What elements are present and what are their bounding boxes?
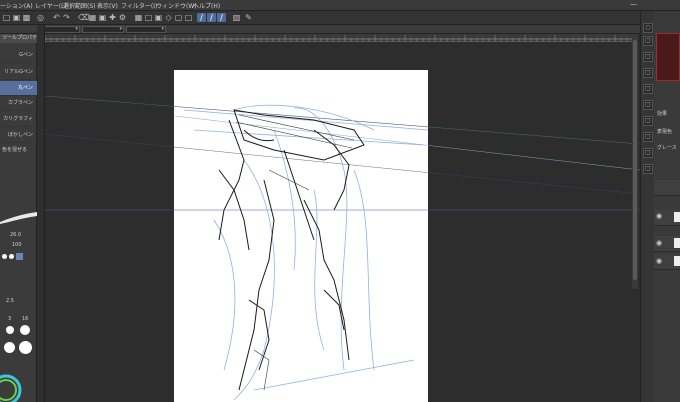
brush-shape-row (0, 252, 37, 262)
grid-icon[interactable]: ▦ (134, 13, 143, 22)
opacity-value[interactable]: 100 (12, 242, 22, 248)
scrollbar-thumb[interactable] (633, 40, 637, 280)
navigator-icon[interactable]: ○ (643, 23, 653, 33)
brush-size-value[interactable]: 26.0 (10, 232, 21, 238)
expression-color-label: 表現色 (657, 129, 673, 135)
brush-size-dot[interactable] (20, 325, 30, 335)
history-icon[interactable]: ▢ (643, 84, 653, 94)
menu-window[interactable]: ウィンドウ(W) (156, 1, 197, 10)
menu-filter[interactable]: フィルター(I) (121, 1, 157, 10)
material-icon[interactable]: ▢ (643, 68, 653, 78)
clear-icon[interactable]: ⌫ (78, 13, 89, 22)
minimize-icon[interactable]: — (630, 0, 637, 8)
layer-property-icon[interactable]: ▢ (643, 100, 653, 110)
brush-kabura-pen[interactable]: カブラペン (0, 96, 37, 111)
info-icon[interactable]: ▢ (643, 52, 653, 62)
right-icon-strip: ○ ▢ ▢ ▢ ▢ ▢ ▢ ▢ ▢ ▢ (640, 11, 654, 402)
transform-icon[interactable]: ✚ (108, 13, 117, 22)
navigator-preview[interactable] (656, 33, 680, 81)
menu-help[interactable]: ヘルプ(H) (193, 1, 220, 10)
lock-icon[interactable]: ◎ (36, 13, 45, 22)
brush-size-dot[interactable] (6, 326, 14, 334)
chevron-down-icon: ▾ (119, 26, 122, 32)
brush-size-large[interactable]: 16 (22, 316, 28, 322)
eye-icon[interactable]: ◉ (656, 239, 662, 247)
brush-stroke-preview (0, 212, 37, 224)
canvas-dropdown-2[interactable]: ▾ (82, 26, 124, 33)
brush-blur-pen[interactable]: ぼかしペン (0, 128, 37, 143)
subview-icon[interactable]: ▢ (643, 36, 653, 46)
save-icon[interactable]: ▩ (22, 13, 31, 22)
left-icon-strip (37, 25, 45, 402)
panel-title: ツールプロパティ (0, 34, 37, 43)
brush-g-pen[interactable]: Gペン (0, 48, 37, 63)
fill-icon[interactable]: ▣ (98, 13, 107, 22)
snap-icon[interactable]: ▢ (174, 13, 183, 22)
brush-tip-icon[interactable] (2, 254, 7, 259)
redo-icon[interactable]: ↷ (62, 13, 71, 22)
color-set-icon[interactable]: ▢ (643, 164, 653, 174)
settings-icon[interactable]: ⚙ (118, 13, 127, 22)
open-file-icon[interactable]: ▣ (12, 13, 21, 22)
snap-ruler-icon[interactable]: ∕ (197, 13, 206, 22)
tool-property-panel: ツールプロパティ Gペン リアルGペン 丸ペン カブラペン カリグラフィ ぼかし… (0, 34, 37, 402)
brush-round-pen[interactable]: 丸ペン (0, 81, 37, 96)
layer-thumbnail (674, 212, 680, 222)
brush-size-medium[interactable]: 3 (8, 316, 11, 322)
layer-thumbnail (674, 256, 680, 266)
brush-tip-selected-icon[interactable] (16, 253, 23, 260)
ruler-icon[interactable]: □ (144, 13, 153, 22)
menu-selection[interactable]: 選択範囲(S) (63, 1, 96, 10)
blend-option[interactable]: 色を混ぜる (2, 146, 27, 153)
color-wheel[interactable] (0, 370, 37, 402)
brush-size-small[interactable]: 2.5 (6, 298, 14, 304)
crop-icon[interactable]: ▦ (88, 13, 97, 22)
symmetry-icon[interactable]: □ (184, 13, 193, 22)
item-bank-icon[interactable]: ▢ (643, 148, 653, 158)
sub-tool-strip: ▾ ▾ ▾ (0, 25, 640, 34)
brush-tip-icon[interactable] (9, 254, 14, 259)
chevron-down-icon: ▾ (75, 26, 78, 32)
menu-bar: ーション(A) レイヤー(L) 選択範囲(S) 表示(V) フィルター(I) ウ… (0, 0, 680, 11)
brush-real-g-pen[interactable]: リアルGペン (0, 65, 37, 80)
guide-icon[interactable]: ▣ (154, 13, 163, 22)
menu-view[interactable]: 表示(V) (97, 1, 118, 10)
undo-icon[interactable]: ↶ (52, 13, 61, 22)
command-bar: □ ▣ ▩ ◎ ↶ ↷ ⌫ ▦ ▣ ✚ ⚙ ▦ □ ▣ ◇ ▢ □ ∕ ∕ ∕ … (0, 11, 680, 25)
clipboard-icon[interactable]: ▧ (232, 13, 241, 22)
snap-special-ruler-icon[interactable]: ∕ (207, 13, 216, 22)
search-layer-icon[interactable]: ▢ (643, 116, 653, 126)
eye-icon[interactable]: ◉ (656, 257, 662, 265)
snap-grid-icon[interactable]: ∕ (217, 13, 226, 22)
effect-label: 効果 (657, 111, 668, 117)
new-file-icon[interactable]: □ (2, 13, 11, 22)
mecha-sketch (183, 104, 428, 401)
eye-icon[interactable]: ◉ (656, 212, 662, 220)
expression-color-value[interactable]: グレース (657, 144, 677, 151)
brush-size-dot[interactable] (19, 341, 32, 354)
perspective-icon[interactable]: ◇ (164, 13, 173, 22)
layer-thumbnail (674, 238, 680, 248)
chevron-down-icon: ▾ (161, 26, 164, 32)
canvas-dropdown-3[interactable]: ▾ (126, 26, 166, 33)
brush-size-dot[interactable] (4, 342, 15, 353)
layer-row[interactable] (654, 180, 680, 196)
brush-calligraphy[interactable]: カリグラフィ (0, 112, 37, 127)
menu-animation[interactable]: ーション(A) (0, 1, 33, 10)
brush-icon[interactable]: ✎ (244, 13, 253, 22)
auto-action-icon[interactable]: ▢ (643, 132, 653, 142)
